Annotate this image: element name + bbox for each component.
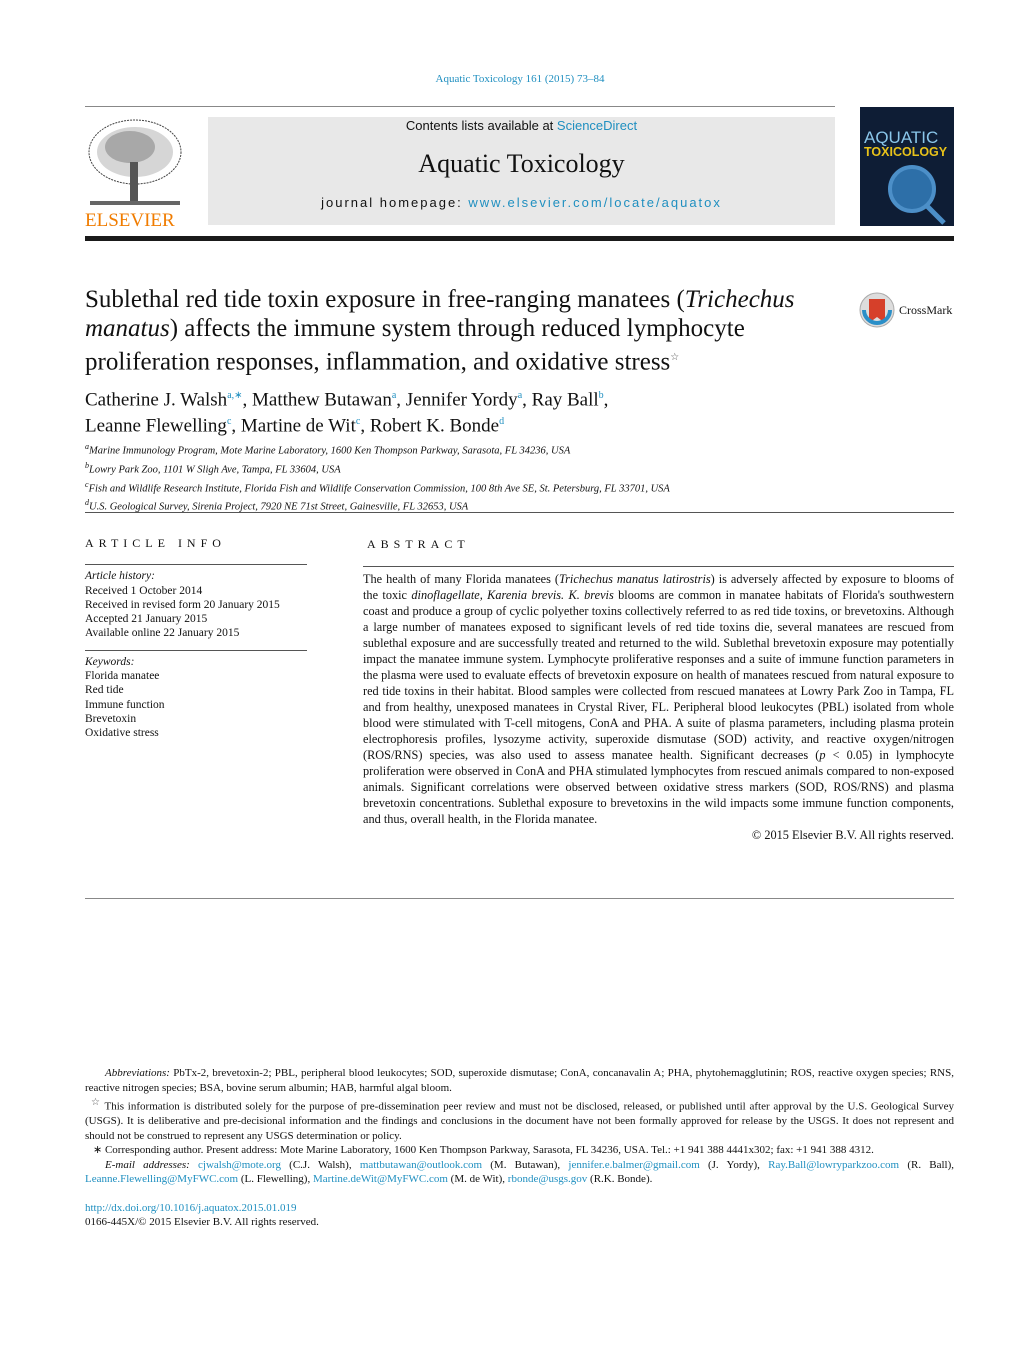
header-divider: [85, 236, 954, 241]
abstract-segment: blooms are common in manatee habitats of…: [363, 588, 954, 762]
elsevier-wordmark: ELSEVIER: [85, 210, 175, 231]
doi-link[interactable]: http://dx.doi.org/10.1016/j.aquatox.2015…: [85, 1202, 297, 1214]
keyword: Florida manatee: [85, 670, 160, 683]
divider: [85, 106, 835, 107]
separator: ,: [396, 389, 406, 411]
article-info: ARTICLE INFO Article history: Received 1…: [85, 536, 307, 741]
usgs-disclaimer: ☆ This information is distributed solely…: [85, 1097, 954, 1142]
elsevier-logo[interactable]: ELSEVIER: [85, 117, 185, 231]
homepage-label: journal homepage:: [321, 195, 469, 210]
separator: ,: [360, 415, 370, 437]
citation[interactable]: Aquatic Toxicology 161 (2015) 73–84: [0, 73, 1020, 85]
cover-title: AQUATIC: [864, 128, 939, 147]
elsevier-tree-icon: [88, 119, 182, 205]
divider: [85, 512, 954, 513]
email-link[interactable]: jennifer.e.balmer@gmail.com: [568, 1159, 699, 1171]
separator: ,: [242, 389, 253, 411]
magnifier-icon: [888, 165, 946, 225]
email-link[interactable]: Ray.Ball@lowryparkzoo.com: [768, 1159, 899, 1171]
abstract: ABSTRACT The health of many Florida mana…: [363, 536, 954, 843]
crossmark-label: CrossMark: [899, 302, 953, 317]
journal-banner: Contents lists available at ScienceDirec…: [208, 117, 835, 225]
abstract-copyright: © 2015 Elsevier B.V. All rights reserved…: [751, 828, 954, 842]
divider: [85, 898, 954, 899]
author-name[interactable]: Leanne Flewelling: [85, 416, 227, 437]
keyword: Oxidative stress: [85, 727, 159, 740]
affiliation-marker[interactable]: d: [499, 416, 504, 427]
affiliation-text: Lowry Park Zoo, 1101 W Sligh Ave, Tampa,…: [89, 464, 341, 476]
paper-page: Aquatic Toxicology 161 (2015) 73–84 ELSE…: [0, 0, 1020, 1351]
email-owner: (M. Butawan),: [482, 1158, 569, 1171]
author-name[interactable]: Jennifer Yordy: [406, 389, 518, 410]
affiliation: bLowry Park Zoo, 1101 W Sligh Ave, Tampa…: [85, 459, 670, 478]
homepage-link[interactable]: www.elsevier.com/locate/aquatox: [468, 195, 721, 210]
footnotes: Abbreviations: PbTx-2, brevetoxin-2; PBL…: [85, 1066, 954, 1230]
citation-link[interactable]: Aquatic Toxicology 161 (2015) 73–84: [436, 73, 605, 85]
abstract-segment: The health of many Florida manatees (: [363, 572, 559, 586]
footnote-star-link[interactable]: ☆: [670, 352, 679, 363]
history-item: Available online 22 January 2015: [85, 627, 240, 640]
crossmark-button[interactable]: CrossMark: [858, 291, 952, 329]
keyword: Brevetoxin: [85, 712, 137, 725]
crossmark-icon: [859, 292, 895, 328]
history-item: Accepted 21 January 2015: [85, 613, 208, 626]
sciencedirect-link[interactable]: ScienceDirect: [557, 118, 637, 133]
issn-copyright: 0166-445X/© 2015 Elsevier B.V. All right…: [85, 1216, 319, 1229]
author-name[interactable]: Martine de Wit: [241, 416, 356, 437]
email-owner: (R.K. Bonde).: [587, 1173, 653, 1186]
history-label: Article history:: [85, 570, 155, 583]
cover-subtitle: TOXICOLOGY: [864, 145, 948, 159]
history-item: Received in revised form 20 January 2015: [85, 598, 280, 611]
email-owner: (R. Ball),: [899, 1158, 955, 1171]
abstract-heading: ABSTRACT: [367, 537, 470, 551]
email-owner: (L. Flewelling),: [238, 1173, 313, 1186]
email-link[interactable]: Leanne.Flewelling@MyFWC.com: [85, 1173, 238, 1185]
keyword: Immune function: [85, 698, 165, 711]
email-owner: (C.J. Walsh),: [280, 1158, 360, 1171]
corresponding-author-note: ∗ Corresponding author. Present address:…: [93, 1144, 874, 1157]
email-link[interactable]: Martine.deWit@MyFWC.com: [313, 1173, 448, 1185]
contents-label: Contents lists available at: [405, 118, 557, 133]
separator: ,: [231, 415, 241, 437]
author-name[interactable]: Matthew Butawan: [252, 389, 392, 410]
email-owner: (J. Yordy),: [699, 1158, 769, 1171]
email-link[interactable]: mattbutawan@outlook.com: [360, 1159, 482, 1171]
journal-name: Aquatic Toxicology: [418, 149, 625, 178]
history-list: Received 1 October 2014 Received in revis…: [85, 584, 307, 641]
author-name[interactable]: Catherine J. Walsh: [85, 389, 227, 410]
affiliation: cFish and Wildlife Research Institute, F…: [85, 478, 670, 497]
keyword: Red tide: [85, 684, 124, 697]
email-link[interactable]: rbonde@usgs.gov: [508, 1173, 588, 1185]
author-name[interactable]: Ray Ball: [532, 389, 599, 410]
keywords-label: Keywords:: [85, 655, 135, 668]
author-name[interactable]: Robert K. Bonde: [370, 416, 499, 437]
abstract-text: The health of many Florida manatees (Tri…: [363, 571, 954, 827]
journal-cover[interactable]: AQUATIC TOXICOLOGY: [860, 107, 954, 226]
affiliation: aMarine Immunology Program, Mote Marine …: [85, 440, 670, 459]
affiliation-text: Fish and Wildlife Research Institute, Fl…: [88, 483, 670, 495]
affiliation-marker[interactable]: a,∗: [227, 390, 242, 401]
article-title: Sublethal red tide toxin exposure in fre…: [85, 286, 795, 376]
affiliations: aMarine Immunology Program, Mote Marine …: [85, 440, 670, 515]
keyword-list: Florida manatee Red tide Immune function Br…: [85, 669, 307, 740]
email-link[interactable]: cjwalsh@mote.org: [198, 1159, 281, 1171]
author-list: Catherine J. Walsha,∗, Matthew Butawana,…: [85, 385, 885, 438]
article-info-heading: ARTICLE INFO: [85, 536, 226, 550]
history-item: Received 1 October 2014: [85, 584, 203, 597]
affiliation-text: Marine Immunology Program, Mote Marine L…: [89, 445, 571, 457]
abbreviations: Abbreviations: PbTx-2, brevetoxin-2; PBL…: [85, 1067, 954, 1094]
email-addresses: E-mail addresses: cjwalsh@mote.org (C.J.…: [85, 1158, 955, 1186]
abstract-segment: Trichechus manatus latirostris: [558, 572, 711, 586]
email-owner: (M. de Wit),: [447, 1173, 508, 1186]
abstract-segment: dinoflagellate, Karenia brevis. K. brevi…: [411, 588, 614, 602]
separator: ,: [522, 389, 532, 411]
separator: ,: [603, 389, 609, 411]
